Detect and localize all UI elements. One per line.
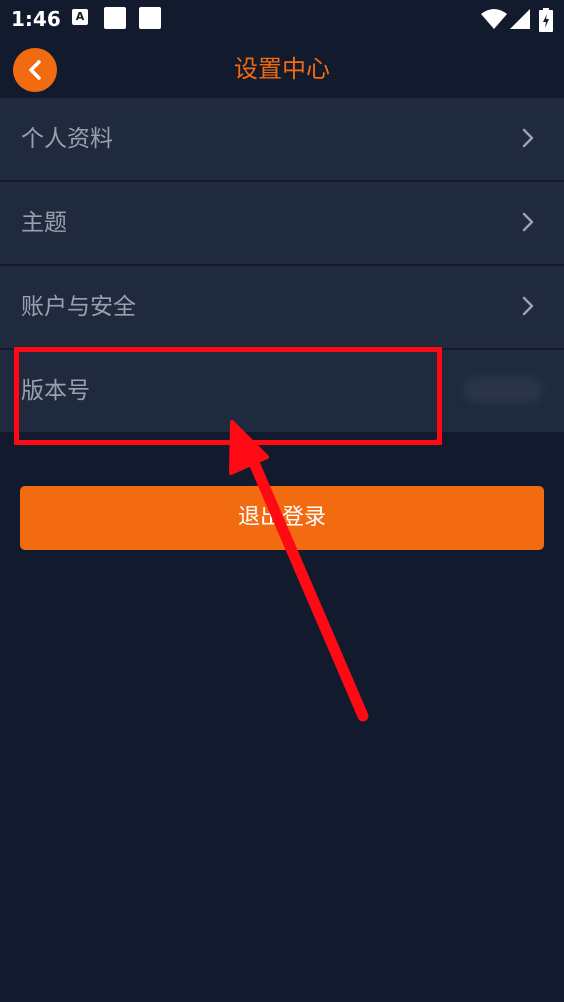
annotation-arrow [229, 420, 369, 722]
